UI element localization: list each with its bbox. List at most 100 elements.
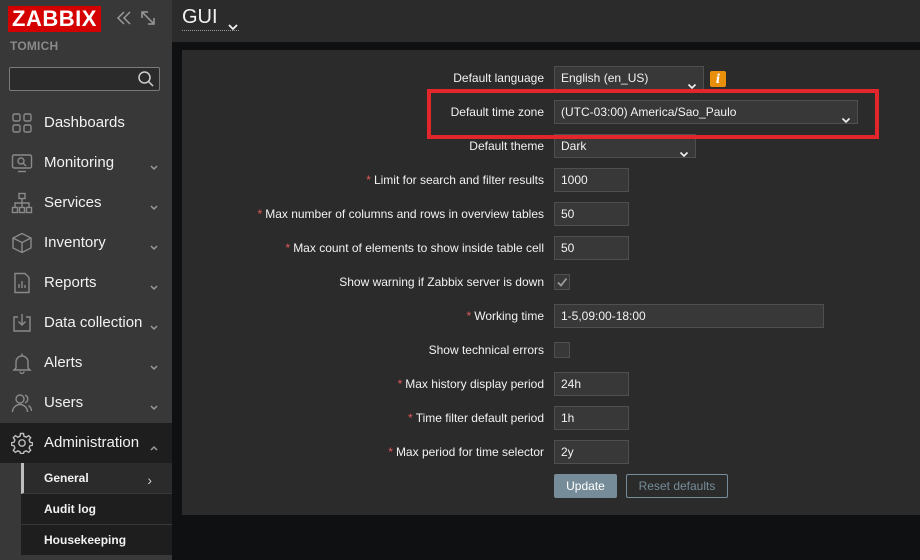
gear-icon: [10, 432, 34, 455]
menu-item-reports[interactable]: Reports: [0, 263, 172, 303]
users-icon: [11, 392, 33, 414]
menu-item-data-collection[interactable]: Data collection: [0, 303, 172, 343]
page-title: GUI: [182, 6, 218, 28]
chevron-up-icon: [149, 439, 159, 451]
row-max-period: * Max period for time selector 2y: [182, 440, 920, 464]
row-server-check: Show warning if Zabbix server is down: [182, 270, 920, 294]
reset-defaults-button[interactable]: Reset defaults: [626, 474, 728, 498]
max-period-input[interactable]: 2y: [554, 440, 629, 464]
field-label: * Time filter default period: [408, 411, 544, 425]
administration-submenu: General › Audit log Housekeeping: [0, 463, 172, 556]
submenu-label: General: [44, 471, 89, 485]
submenu-item-general[interactable]: General ›: [21, 463, 172, 494]
collapse-sidebar-icon[interactable]: [115, 9, 133, 27]
sidebar: ZABBIX TOMICH Dashboards Monitoring Serv…: [0, 0, 172, 560]
search-input[interactable]: [9, 67, 160, 91]
field-label: * Max count of elements to show inside ta…: [286, 241, 544, 255]
row-history-period: * Max history display period 24h: [182, 372, 920, 396]
working-time-input[interactable]: 1-5,09:00-18:00: [554, 304, 824, 328]
row-default-time-zone: Default time zone (UTC-03:00) America/Sa…: [182, 100, 920, 124]
menu-label: Administration: [44, 434, 140, 451]
menu-label: Reports: [44, 274, 97, 291]
menu-item-monitoring[interactable]: Monitoring: [0, 143, 172, 183]
select-value: Dark: [561, 139, 587, 153]
field-label: Default language: [453, 71, 544, 85]
row-max-in-table: * Max count of elements to show inside ta…: [182, 236, 920, 260]
menu-label: Users: [44, 394, 84, 411]
required-marker: *: [285, 241, 291, 255]
submenu-item-audit-log[interactable]: Audit log: [21, 494, 172, 525]
zabbix-logo[interactable]: ZABBIX: [8, 6, 101, 32]
chevron-down-icon: [149, 399, 159, 411]
menu-label: Data collection: [44, 314, 143, 331]
row-search-limit: * Limit for search and filter results 100…: [182, 168, 920, 192]
menu-label: Services: [44, 194, 102, 211]
chevron-down-icon: [149, 239, 159, 251]
search-icon[interactable]: [137, 70, 155, 88]
chevron-down-icon: [679, 143, 689, 158]
field-label-text: Limit for search and filter results: [373, 173, 544, 187]
menu-label: Inventory: [44, 234, 106, 251]
default-theme-select[interactable]: Dark: [554, 134, 696, 158]
max-in-table-input[interactable]: 50: [554, 236, 629, 260]
required-marker: *: [366, 173, 371, 187]
row-form-actions: Update Reset defaults: [182, 474, 920, 498]
field-label-text: Max number of columns and rows in overvi…: [265, 207, 544, 221]
chevron-down-icon: [149, 199, 159, 211]
menu-label: Dashboards: [44, 114, 125, 131]
field-label: Show technical errors: [428, 343, 544, 357]
time-filter-period-input[interactable]: 1h: [554, 406, 629, 430]
chevron-down-icon: [149, 319, 159, 331]
menu-item-users[interactable]: Users: [0, 383, 172, 423]
search-limit-input[interactable]: 1000: [554, 168, 629, 192]
select-value: (UTC-03:00) America/Sao_Paulo: [561, 105, 737, 119]
field-label: * Working time: [467, 309, 544, 323]
show-technical-errors-checkbox[interactable]: [554, 342, 570, 358]
submenu-label: Housekeeping: [44, 533, 127, 547]
field-label-text: Max count of elements to show inside tab…: [293, 241, 544, 255]
kiosk-mode-icon[interactable]: [139, 9, 157, 27]
server-check-checkbox[interactable]: [554, 274, 570, 290]
required-marker: *: [388, 445, 393, 459]
row-time-filter-period: * Time filter default period 1h: [182, 406, 920, 430]
field-label: * Max number of columns and rows in overv…: [258, 207, 544, 221]
menu-label: Monitoring: [44, 154, 115, 171]
max-overview-input[interactable]: 50: [554, 202, 629, 226]
main-menu: Dashboards Monitoring Services Inventory…: [0, 103, 172, 463]
field-label-text: Working time: [474, 309, 544, 323]
field-label-text: Max period for time selector: [395, 445, 544, 459]
inventory-icon: [11, 232, 33, 254]
menu-item-dashboards[interactable]: Dashboards: [0, 103, 172, 143]
menu-item-alerts[interactable]: Alerts: [0, 343, 172, 383]
submenu-item-housekeeping[interactable]: Housekeeping: [21, 525, 172, 556]
services-icon: [11, 192, 33, 214]
field-label: Show warning if Zabbix server is down: [339, 275, 544, 289]
row-working-time: * Working time 1-5,09:00-18:00: [182, 304, 920, 328]
menu-item-administration[interactable]: Administration: [0, 423, 172, 463]
chevron-down-icon: [149, 279, 159, 291]
row-default-theme: Default theme Dark: [182, 134, 920, 158]
field-label: * Max history display period: [398, 377, 544, 391]
chevron-down-icon: [149, 159, 159, 171]
row-default-language: Default language English (en_US) i: [182, 66, 920, 90]
field-label-text: Time filter default period: [415, 411, 544, 425]
field-label-text: Max history display period: [405, 377, 544, 391]
select-value: English (en_US): [561, 71, 649, 85]
page-title-dropdown[interactable]: GUI: [182, 6, 240, 31]
menu-item-inventory[interactable]: Inventory: [0, 223, 172, 263]
required-marker: *: [466, 309, 472, 323]
page-header: GUI: [172, 0, 920, 42]
update-button[interactable]: Update: [554, 474, 617, 498]
chevron-down-icon: [149, 359, 159, 371]
menu-item-services[interactable]: Services: [0, 183, 172, 223]
field-label: Default time zone: [450, 105, 544, 119]
reports-icon: [11, 272, 33, 294]
field-label: * Max period for time selector: [388, 445, 544, 459]
info-icon[interactable]: i: [710, 71, 726, 87]
checkmark-icon: [557, 277, 568, 287]
chevron-right-icon: ›: [147, 472, 152, 488]
history-period-input[interactable]: 24h: [554, 372, 629, 396]
default-time-zone-select[interactable]: (UTC-03:00) America/Sao_Paulo: [554, 100, 858, 124]
default-language-select[interactable]: English (en_US): [554, 66, 704, 90]
row-max-overview: * Max number of columns and rows in overv…: [182, 202, 920, 226]
